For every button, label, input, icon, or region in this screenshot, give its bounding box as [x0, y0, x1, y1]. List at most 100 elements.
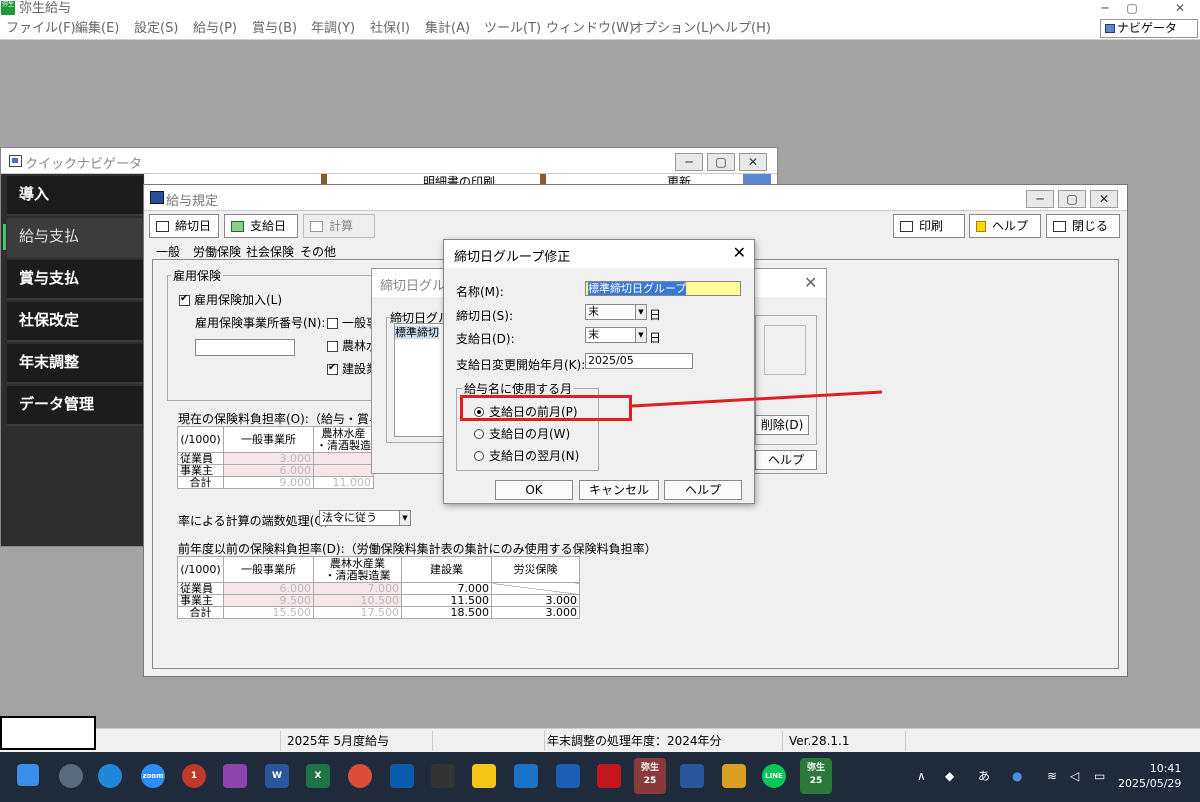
- security-icon[interactable]: ●: [1012, 766, 1022, 786]
- volume-icon[interactable]: ◁: [1070, 766, 1079, 786]
- chevron-down-icon: ▼: [635, 328, 646, 342]
- restore-button[interactable]: ▢: [1112, 0, 1152, 18]
- help-button[interactable]: ヘルプ: [969, 214, 1041, 238]
- shimebi-button[interactable]: 締切日: [149, 214, 219, 238]
- edge-icon[interactable]: [98, 764, 122, 788]
- menu-options[interactable]: オプション(L): [631, 19, 713, 39]
- qn-item-kyuyo-shiharai[interactable]: 給与支払: [3, 218, 143, 258]
- print-button[interactable]: 印刷: [893, 214, 965, 238]
- tab-social-insurance[interactable]: 社会保険: [246, 243, 294, 260]
- menu-bonus[interactable]: 賞与(B): [252, 19, 297, 39]
- qn-item-nenmatsu-chosei[interactable]: 年末調整: [7, 344, 143, 384]
- shikyubi-label: 支給日(D):: [456, 332, 515, 346]
- folder-icon[interactable]: [472, 764, 496, 788]
- arrow-app-icon[interactable]: [556, 764, 580, 788]
- qn-minimize-button[interactable]: ─: [675, 153, 703, 171]
- kk-close-button[interactable]: ✕: [1090, 190, 1118, 208]
- cancel-button[interactable]: キャンセル: [579, 480, 659, 500]
- shikyubi-button[interactable]: 支給日: [224, 214, 298, 238]
- qn-item-donyu[interactable]: 導入: [7, 176, 143, 216]
- close-app-button[interactable]: ✕: [1160, 0, 1200, 18]
- ok-button[interactable]: OK: [495, 480, 573, 500]
- app-badge-icon[interactable]: 1: [182, 764, 206, 788]
- yayoi-taskbar-icon[interactable]: 弥生 25: [634, 758, 666, 794]
- menu-settings[interactable]: 設定(S): [134, 19, 178, 39]
- radio-same-month[interactable]: 支給日の月(W): [474, 425, 570, 442]
- koyo-group-label: 雇用保険: [171, 267, 224, 284]
- excel-icon[interactable]: X: [306, 764, 330, 788]
- line-icon[interactable]: LINE: [762, 764, 786, 788]
- chevron-down-icon: ▼: [635, 305, 646, 319]
- koyo-checkbox[interactable]: 雇用保険加入(L): [179, 291, 282, 308]
- doc-app-icon[interactable]: [680, 764, 704, 788]
- list-item[interactable]: 標準締切: [395, 326, 439, 339]
- annotation-highlight-box: [460, 395, 632, 421]
- salary-rules-title-bar: 給与規定 ─ ▢ ✕: [144, 185, 1127, 211]
- behind-help-button[interactable]: ヘルプ: [755, 450, 817, 470]
- qn-item-data-kanri[interactable]: データ管理: [7, 386, 143, 426]
- wifi-icon[interactable]: ≋: [1047, 766, 1057, 786]
- rounding-select[interactable]: 法令に従う ▼: [319, 510, 411, 526]
- start-month-input[interactable]: 2025/05: [585, 353, 693, 369]
- dialog-help-button[interactable]: ヘルプ: [664, 480, 742, 500]
- tab-general[interactable]: 一般: [156, 243, 180, 260]
- menu-tools[interactable]: ツール(T): [484, 19, 541, 39]
- zoom-icon[interactable]: zoom: [141, 764, 165, 788]
- pdf-icon[interactable]: [597, 764, 621, 788]
- menu-help[interactable]: ヘルプ(H): [712, 19, 771, 39]
- shimebi-group-close-icon[interactable]: ✕: [804, 273, 817, 292]
- start-icon[interactable]: [17, 764, 39, 786]
- kk-minimize-button[interactable]: ─: [1026, 190, 1054, 208]
- menu-salary[interactable]: 給与(P): [193, 19, 237, 39]
- radio-next-month[interactable]: 支給日の翌月(N): [474, 447, 579, 464]
- menu-edit[interactable]: 編集(E): [75, 19, 119, 39]
- battery-icon[interactable]: ▭: [1094, 766, 1105, 786]
- close-button[interactable]: 閉じる: [1046, 214, 1120, 238]
- menu-aggregate[interactable]: 集計(A): [425, 19, 470, 39]
- navigator-button[interactable]: ナビゲータ: [1100, 19, 1198, 38]
- shimebi-select[interactable]: 末 ▼: [585, 304, 647, 320]
- globe-icon[interactable]: [59, 764, 83, 788]
- qn-maximize-button[interactable]: ▢: [707, 153, 735, 171]
- word-icon[interactable]: W: [265, 764, 289, 788]
- calendar-icon: [156, 221, 169, 232]
- tab-other[interactable]: その他: [300, 243, 336, 260]
- keisan-button[interactable]: 計算: [303, 214, 375, 238]
- drive-icon[interactable]: [431, 764, 455, 788]
- menu-shaho[interactable]: 社保(I): [370, 19, 410, 39]
- notes-icon[interactable]: [722, 764, 746, 788]
- name-label: 名称(M):: [456, 285, 504, 299]
- chevron-up-icon[interactable]: ∧: [917, 766, 926, 786]
- s-app-icon[interactable]: [514, 764, 538, 788]
- menu-nencho[interactable]: 年調(Y): [311, 19, 355, 39]
- menu-file[interactable]: ファイル(F): [6, 19, 76, 39]
- tab-labor-insurance[interactable]: 労働保険: [193, 243, 241, 260]
- dialog-close-icon[interactable]: ✕: [733, 244, 746, 262]
- quick-navigator-title-bar: クイックナビゲータ ─ ▢ ✕: [1, 148, 777, 174]
- kk-maximize-button[interactable]: ▢: [1058, 190, 1086, 208]
- qn-item-shoyo-shiharai[interactable]: 賞与支払: [7, 260, 143, 300]
- group-list[interactable]: 標準締切: [394, 323, 444, 437]
- shikyubi-select[interactable]: 末 ▼: [585, 327, 647, 343]
- qn-item-shaho-kaitei[interactable]: 社保改定: [7, 302, 143, 342]
- yayoi-logo-icon: 弥生: [1, 1, 15, 15]
- quick-navigator-sidebar: 導入 給与支払 賞与支払 社保改定 年末調整 データ管理: [1, 174, 144, 546]
- manga-icon[interactable]: [223, 764, 247, 788]
- name-input[interactable]: 標準締切日グループ: [585, 281, 741, 296]
- app-title: 弥生給与: [19, 1, 72, 16]
- qn-close-button[interactable]: ✕: [739, 153, 767, 171]
- jigyosho-number-input[interactable]: [195, 339, 295, 356]
- blank-box: [0, 716, 96, 750]
- clock[interactable]: 10:41 2025/05/29: [1118, 761, 1181, 791]
- yayoi-kaikei-icon[interactable]: 弥生 25: [800, 758, 832, 794]
- chrome-icon[interactable]: [348, 764, 372, 788]
- delete-button[interactable]: 削除(D): [755, 415, 809, 435]
- app-title-bar: 弥生 弥生給与 ─ ▢ ✕: [0, 0, 1200, 18]
- dropbox-icon[interactable]: ◆: [945, 766, 954, 786]
- mail-icon[interactable]: [390, 764, 414, 788]
- status-year: 年末調整の処理年度：2024年分: [544, 731, 780, 751]
- shimebi-day-unit: 日: [649, 308, 662, 322]
- menu-window[interactable]: ウィンドウ(W): [546, 19, 634, 39]
- table-cell[interactable]: 3.000: [223, 452, 314, 465]
- ime-indicator[interactable]: あ: [978, 766, 990, 786]
